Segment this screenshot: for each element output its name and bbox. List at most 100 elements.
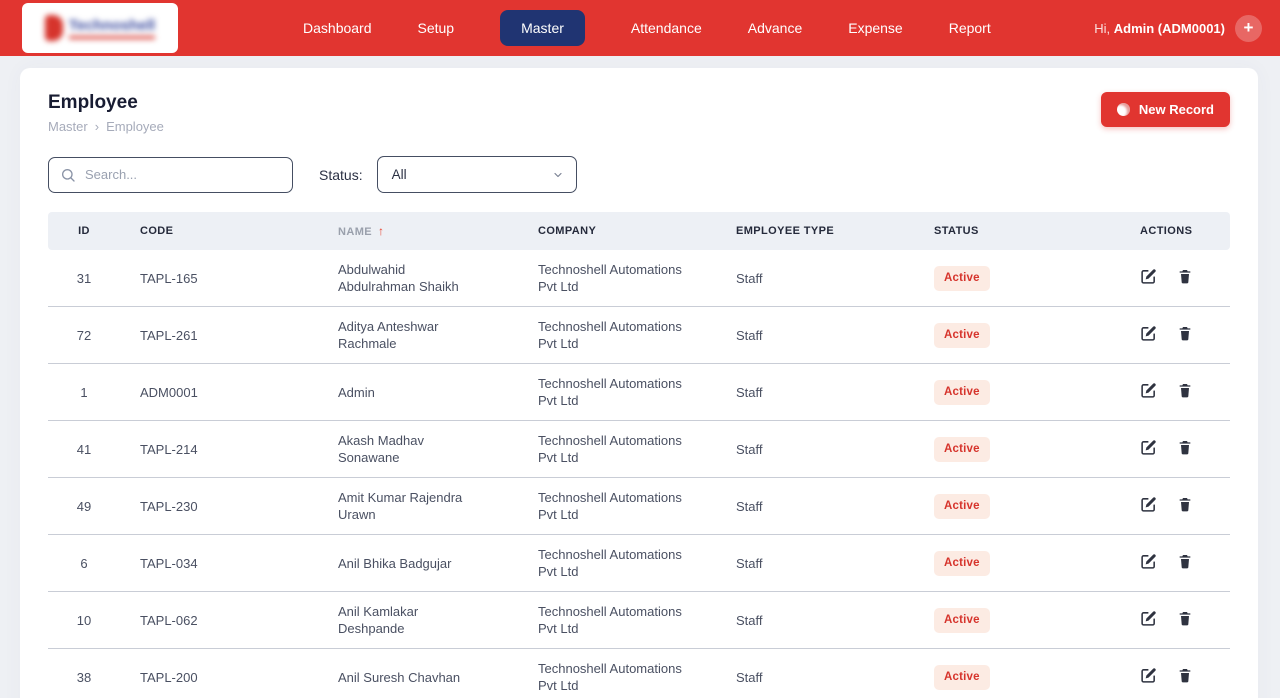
cell-employee-type: Staff <box>728 250 926 307</box>
delete-button[interactable] <box>1177 381 1193 399</box>
cell-status: Active <box>926 307 1124 364</box>
status-badge: Active <box>934 551 990 576</box>
delete-button[interactable] <box>1177 324 1193 342</box>
cell-actions <box>1124 649 1230 698</box>
column-header-name[interactable]: NAME ↑ <box>330 212 530 250</box>
cell-actions <box>1124 592 1230 649</box>
delete-button[interactable] <box>1177 267 1193 285</box>
edit-button[interactable] <box>1140 382 1157 399</box>
cell-actions <box>1124 478 1230 535</box>
status-select[interactable]: All <box>377 156 577 193</box>
cell-id: 72 <box>48 307 120 364</box>
trash-icon <box>1177 666 1193 684</box>
cell-name: Anil Suresh Chavhan <box>330 649 530 698</box>
cell-code: TAPL-062 <box>120 592 330 649</box>
delete-button[interactable] <box>1177 438 1193 456</box>
column-header-name-label: NAME <box>338 226 372 238</box>
cell-employee-type: Staff <box>728 649 926 698</box>
cell-id: 1 <box>48 364 120 421</box>
edit-button[interactable] <box>1140 496 1157 513</box>
cell-name: Amit Kumar Rajendra Urawn <box>330 478 530 535</box>
cell-code: TAPL-230 <box>120 478 330 535</box>
status-badge: Active <box>934 380 990 405</box>
cell-employee-type: Staff <box>728 364 926 421</box>
nav-item-master[interactable]: Master <box>500 10 585 46</box>
trash-icon <box>1177 267 1193 285</box>
trash-icon <box>1177 609 1193 627</box>
cell-status: Active <box>926 649 1124 698</box>
nav-item-advance[interactable]: Advance <box>748 20 802 36</box>
nav-item-attendance[interactable]: Attendance <box>631 20 702 36</box>
cell-id: 31 <box>48 250 120 307</box>
app-logo[interactable]: Technoshell <box>22 3 178 53</box>
cell-id: 6 <box>48 535 120 592</box>
table-row: 6 TAPL-034 Anil Bhika Badgujar Technoshe… <box>48 535 1230 592</box>
cell-company: Technoshell Automations Pvt Ltd <box>530 592 728 649</box>
cell-status: Active <box>926 421 1124 478</box>
cell-company: Technoshell Automations Pvt Ltd <box>530 307 728 364</box>
nav-item-report[interactable]: Report <box>949 20 991 36</box>
delete-button[interactable] <box>1177 495 1193 513</box>
edit-button[interactable] <box>1140 610 1157 627</box>
cell-code: ADM0001 <box>120 364 330 421</box>
cell-name: Admin <box>330 364 530 421</box>
column-header-status[interactable]: STATUS <box>926 212 1124 250</box>
cell-id: 10 <box>48 592 120 649</box>
cell-employee-type: Staff <box>728 478 926 535</box>
nav-item-dashboard[interactable]: Dashboard <box>303 20 372 36</box>
column-header-employee-type[interactable]: EMPLOYEE TYPE <box>728 212 926 250</box>
column-header-actions: ACTIONS <box>1124 212 1230 250</box>
nav-item-setup[interactable]: Setup <box>418 20 455 36</box>
header-plus-button[interactable]: + <box>1235 15 1262 42</box>
chevron-down-icon <box>552 169 564 184</box>
table-row: 72 TAPL-261 Aditya Anteshwar Rachmale Te… <box>48 307 1230 364</box>
edit-pencil-icon <box>1140 667 1157 684</box>
cell-code: TAPL-214 <box>120 421 330 478</box>
trash-icon <box>1177 495 1193 513</box>
filter-row: Status: All <box>48 156 1230 193</box>
edit-pencil-icon <box>1140 439 1157 456</box>
table-header: ID CODE NAME ↑ COMPANY EMPLOYEE TYPE STAT… <box>48 212 1230 250</box>
delete-button[interactable] <box>1177 609 1193 627</box>
search-icon <box>60 167 76 188</box>
nav-item-expense[interactable]: Expense <box>848 20 902 36</box>
edit-button[interactable] <box>1140 325 1157 342</box>
delete-button[interactable] <box>1177 552 1193 570</box>
employee-table: ID CODE NAME ↑ COMPANY EMPLOYEE TYPE STAT… <box>48 212 1230 698</box>
cell-status: Active <box>926 592 1124 649</box>
table-body: 31 TAPL-165 Abdulwahid Abdulrahman Shaik… <box>48 250 1230 698</box>
search-input[interactable] <box>48 157 293 193</box>
plus-icon: + <box>1244 19 1254 36</box>
breadcrumb-item-master[interactable]: Master <box>48 119 88 134</box>
cell-employee-type: Staff <box>728 535 926 592</box>
cell-code: TAPL-200 <box>120 649 330 698</box>
cell-employee-type: Staff <box>728 421 926 478</box>
edit-button[interactable] <box>1140 553 1157 570</box>
user-area: Hi, Admin (ADM0001) + <box>1094 15 1262 42</box>
cell-name: Anil Kamlakar Deshpande <box>330 592 530 649</box>
breadcrumb: Master › Employee <box>48 119 1230 134</box>
edit-button[interactable] <box>1140 268 1157 285</box>
column-header-id[interactable]: ID <box>48 212 120 250</box>
cell-code: TAPL-165 <box>120 250 330 307</box>
cell-company: Technoshell Automations Pvt Ltd <box>530 250 728 307</box>
edit-pencil-icon <box>1140 382 1157 399</box>
column-header-company[interactable]: COMPANY <box>530 212 728 250</box>
search-wrap <box>48 157 293 193</box>
column-header-code[interactable]: CODE <box>120 212 330 250</box>
main-nav: Dashboard Setup Master Attendance Advanc… <box>303 0 991 56</box>
new-record-button[interactable]: New Record <box>1101 92 1230 127</box>
table-row: 41 TAPL-214 Akash Madhav Sonawane Techno… <box>48 421 1230 478</box>
cell-company: Technoshell Automations Pvt Ltd <box>530 649 728 698</box>
edit-button[interactable] <box>1140 439 1157 456</box>
logo-mark-icon <box>45 15 63 41</box>
sort-asc-icon: ↑ <box>378 224 384 238</box>
user-greeting: Hi, Admin (ADM0001) <box>1094 21 1225 36</box>
table-row: 38 TAPL-200 Anil Suresh Chavhan Technosh… <box>48 649 1230 698</box>
delete-button[interactable] <box>1177 666 1193 684</box>
status-badge: Active <box>934 494 990 519</box>
edit-button[interactable] <box>1140 667 1157 684</box>
cell-company: Technoshell Automations Pvt Ltd <box>530 364 728 421</box>
cell-name: Akash Madhav Sonawane <box>330 421 530 478</box>
cell-status: Active <box>926 250 1124 307</box>
